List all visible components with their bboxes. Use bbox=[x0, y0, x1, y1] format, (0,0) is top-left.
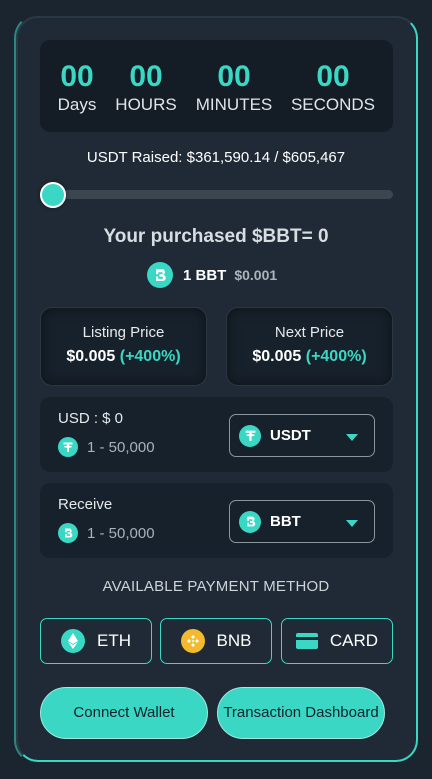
hours-value: 00 bbox=[129, 60, 163, 93]
pay-card-label: CARD bbox=[329, 631, 379, 650]
countdown-timer: 00 Days 00 HOURS 00 MINUTES 00 SECONDS bbox=[40, 40, 393, 132]
seconds-label: SECONDS bbox=[290, 95, 376, 114]
pay-usd-label: USD : $ 0 bbox=[58, 410, 124, 427]
listing-price-value: $0.005 (+400%) bbox=[41, 348, 206, 366]
purchased-bbt-text: Your purchased $BBT= 0 bbox=[103, 226, 329, 247]
rate-bbt-amount: 1 BBT bbox=[183, 266, 227, 284]
pay-eth-button[interactable]: ETH bbox=[40, 618, 152, 664]
bbt-icon bbox=[58, 523, 78, 543]
next-price-percent: (+400%) bbox=[305, 348, 367, 365]
pay-amount-box: USD : $ 0 1 - 50,000 USDT bbox=[40, 397, 393, 472]
pay-amount-input[interactable]: 1 - 50,000 bbox=[58, 437, 155, 457]
connect-wallet-button[interactable]: Connect Wallet bbox=[40, 687, 208, 739]
chevron-down-icon bbox=[346, 434, 358, 441]
usdt-raised-text: USDT Raised: $361,590.14 / $605,467 bbox=[86, 149, 346, 166]
days-value: 00 bbox=[60, 60, 94, 93]
pay-amount-range: 1 - 50,000 bbox=[87, 438, 155, 456]
raised-progress-track bbox=[53, 190, 393, 199]
bbt-icon bbox=[147, 262, 173, 288]
bnb-icon bbox=[180, 629, 205, 653]
minutes-value: 00 bbox=[217, 60, 251, 93]
ethereum-icon bbox=[61, 629, 85, 653]
minutes-label: MINUTES bbox=[195, 95, 273, 114]
countdown-seconds: 00 SECONDS bbox=[289, 60, 377, 116]
token-rate: 1 BBT $0.001 bbox=[147, 262, 277, 288]
tether-icon bbox=[58, 437, 78, 457]
receive-label: Receive bbox=[58, 496, 113, 513]
pay-eth-label: ETH bbox=[97, 631, 131, 650]
listing-price-box: Listing Price $0.005 (+400%) bbox=[40, 307, 207, 386]
countdown-minutes: 00 MINUTES bbox=[194, 60, 274, 116]
chevron-down-icon bbox=[346, 520, 358, 527]
listing-price-amount: $0.005 bbox=[66, 348, 116, 365]
bbt-icon bbox=[239, 510, 261, 533]
next-price-amount: $0.005 bbox=[252, 348, 302, 365]
pay-bnb-label: BNB bbox=[216, 631, 252, 650]
receive-amount-box: Receive 1 - 50,000 BBT bbox=[40, 483, 393, 558]
card-icon bbox=[295, 633, 318, 649]
next-price-value: $0.005 (+400%) bbox=[227, 348, 392, 366]
next-price-box: Next Price $0.005 (+400%) bbox=[226, 307, 393, 386]
pay-card-button[interactable]: CARD bbox=[281, 618, 393, 664]
next-price-label: Next Price bbox=[274, 324, 345, 341]
countdown-hours: 00 HOURS bbox=[114, 60, 178, 116]
rate-usd-price: $0.001 bbox=[234, 267, 278, 283]
receive-amount-range: 1 - 50,000 bbox=[87, 524, 155, 542]
pay-currency-value: USDT bbox=[270, 427, 311, 444]
pay-bnb-button[interactable]: BNB bbox=[160, 618, 272, 664]
countdown-days: 00 Days bbox=[57, 60, 97, 116]
seconds-value: 00 bbox=[316, 60, 350, 93]
listing-price-label: Listing Price bbox=[82, 324, 165, 341]
tether-icon bbox=[239, 424, 261, 447]
pay-currency-select[interactable]: USDT bbox=[229, 414, 375, 457]
receive-amount-input[interactable]: 1 - 50,000 bbox=[58, 523, 155, 543]
transaction-dashboard-button[interactable]: Transaction Dashboard bbox=[217, 687, 385, 739]
days-label: Days bbox=[57, 95, 97, 114]
raised-progress-thumb[interactable] bbox=[40, 182, 66, 208]
listing-price-percent: (+400%) bbox=[119, 348, 181, 365]
receive-currency-value: BBT bbox=[270, 513, 301, 530]
hours-label: HOURS bbox=[115, 95, 177, 114]
receive-currency-select[interactable]: BBT bbox=[229, 500, 375, 543]
payment-method-title: AVAILABLE PAYMENT METHOD bbox=[102, 578, 330, 595]
